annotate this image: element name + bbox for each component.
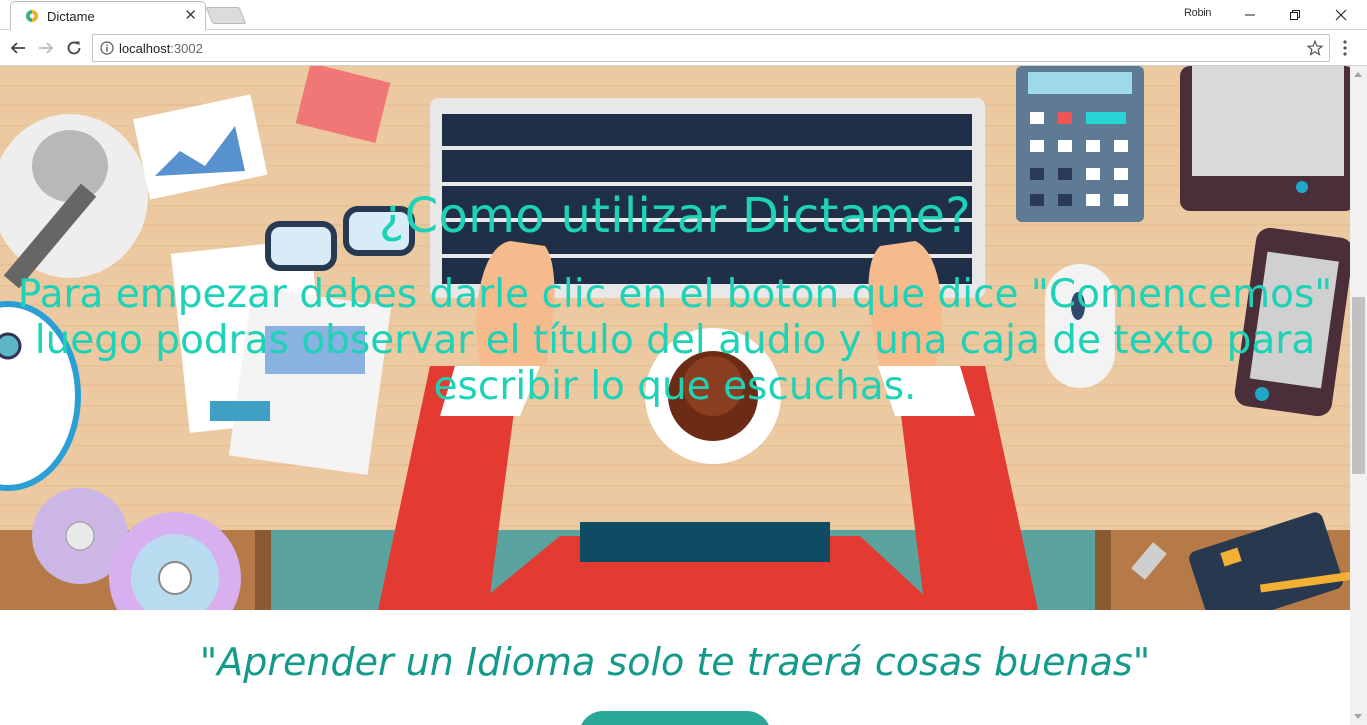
url-host: localhost — [119, 41, 171, 56]
minimize-icon[interactable] — [1230, 3, 1270, 27]
browser-titlebar: Dictame ✕ Robin — [0, 0, 1367, 30]
scroll-down-icon[interactable] — [1354, 714, 1362, 719]
browser-toolbar: localhost:3002 — [0, 31, 1367, 66]
bookmark-star-icon[interactable] — [1307, 40, 1323, 56]
profile-name[interactable]: Robin — [1184, 7, 1212, 19]
new-tab-button[interactable] — [205, 7, 247, 24]
page-viewport: ¿Como utilizar Dictame? Para empezar deb… — [0, 66, 1350, 725]
address-bar[interactable]: localhost:3002 — [92, 34, 1330, 62]
forward-arrow-icon[interactable] — [33, 35, 59, 61]
scroll-up-icon[interactable] — [1354, 72, 1362, 77]
tab-title: Dictame — [47, 9, 95, 24]
url-text: localhost:3002 — [119, 41, 203, 56]
info-icon[interactable] — [100, 41, 114, 55]
dictame-favicon-icon — [26, 10, 38, 22]
page-scrollbar[interactable] — [1350, 66, 1367, 725]
browser-tab[interactable]: Dictame ✕ — [10, 1, 206, 30]
hero-instructions: Para empezar debes darle clic en el boto… — [17, 272, 1333, 409]
hero-section: ¿Como utilizar Dictame? Para empezar deb… — [0, 66, 1350, 610]
reload-icon[interactable] — [61, 35, 87, 61]
back-arrow-icon[interactable] — [5, 35, 31, 61]
menu-dots-icon[interactable] — [1342, 39, 1348, 57]
url-port: :3002 — [170, 41, 203, 56]
quote-text: "Aprender un Idioma solo te traerá cosas… — [199, 640, 1151, 684]
hero-title: ¿Como utilizar Dictame? — [378, 188, 972, 244]
tab-close-icon[interactable]: ✕ — [184, 6, 197, 24]
restore-icon[interactable] — [1275, 3, 1315, 27]
close-window-icon[interactable] — [1321, 3, 1361, 27]
scroll-thumb[interactable] — [1352, 297, 1365, 474]
comencemos-button[interactable] — [579, 711, 771, 725]
